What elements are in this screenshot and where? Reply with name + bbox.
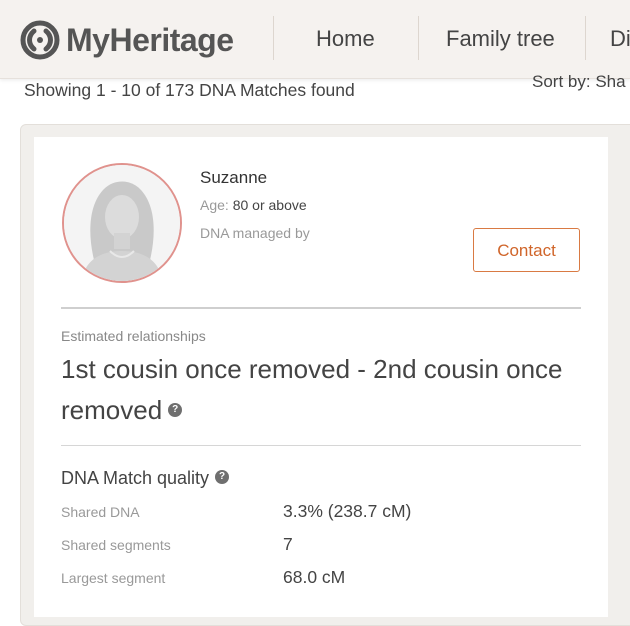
results-count: Showing 1 - 10 of 173 DNA Matches found [24, 80, 355, 100]
nav-discover[interactable]: Di [610, 26, 630, 52]
myheritage-logo[interactable]: MyHeritage [20, 20, 234, 60]
nav-separator [273, 16, 274, 60]
contact-button[interactable]: Contact [473, 228, 580, 272]
female-silhouette-icon [64, 165, 180, 281]
age-label: Age: [200, 197, 229, 213]
avatar[interactable] [62, 163, 182, 283]
dna-match-quality-title: DNA Match quality? [61, 468, 230, 489]
help-icon[interactable]: ? [215, 470, 230, 485]
nav-separator [585, 16, 586, 60]
shared-segments-value: 7 [283, 534, 293, 554]
dna-match-quality-label: DNA Match quality [61, 468, 210, 488]
help-icon[interactable]: ? [168, 403, 183, 418]
estimated-relationships-label: Estimated relationships [61, 328, 206, 344]
largest-segment-value: 68.0 cM [283, 567, 346, 587]
age-value: 80 or above [232, 197, 307, 213]
divider [61, 307, 581, 309]
relationship-value: 1st cousin once removed - 2nd cousin onc… [61, 354, 563, 425]
dna-managed-by: DNA managed by [200, 225, 310, 241]
nav-home[interactable]: Home [316, 26, 375, 52]
divider [61, 445, 581, 446]
shared-dna-label: Shared DNA [61, 504, 140, 520]
sort-by-value: Sha [595, 72, 626, 91]
largest-segment-label: Largest segment [61, 570, 166, 586]
nav-separator [418, 16, 419, 60]
relationship-text: 1st cousin once removed - 2nd cousin onc… [61, 349, 581, 431]
match-name[interactable]: Suzanne [200, 168, 267, 188]
top-navigation-bar: MyHeritage Home Family tree Di [0, 0, 630, 79]
age-line: Age: 80 or above [200, 197, 307, 213]
shared-dna-value: 3.3% (238.7 cM) [283, 501, 412, 521]
logo-text: MyHeritage [66, 21, 234, 58]
myheritage-logo-icon [20, 20, 60, 60]
nav-family-tree[interactable]: Family tree [446, 26, 555, 52]
sort-by-label: Sort by: [532, 72, 591, 91]
shared-segments-label: Shared segments [61, 537, 171, 553]
sort-by-control[interactable]: Sort by: Sha [532, 72, 626, 92]
